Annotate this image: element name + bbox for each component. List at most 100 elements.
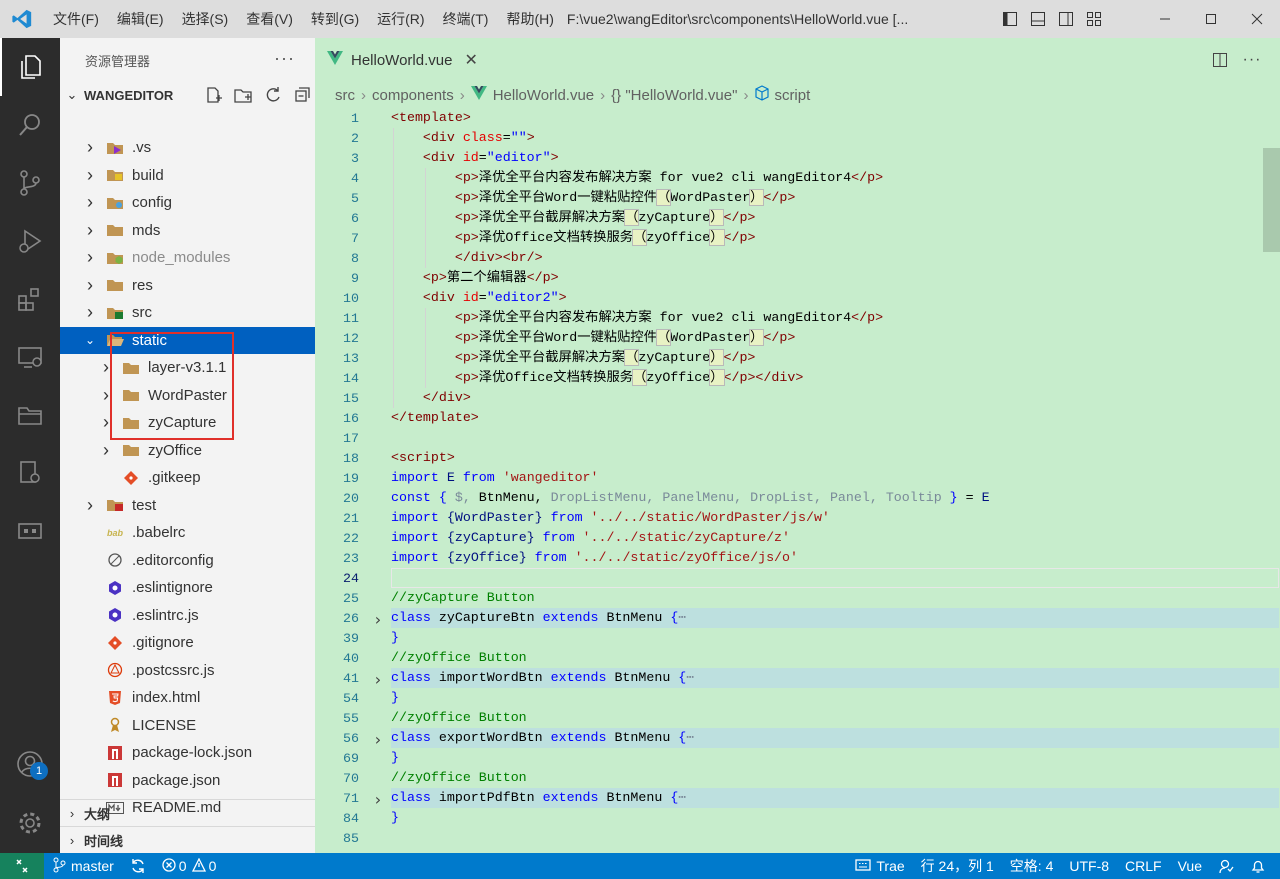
code-line[interactable]: <p>泽优全平台Word一键粘贴控件（WordPaster）</p> (391, 328, 795, 348)
code-line[interactable]: <p>泽优全平台内容发布解决方案 for vue2 cli wangEditor… (391, 308, 883, 328)
toggle-primary-sidebar-icon[interactable] (996, 0, 1024, 38)
code-line[interactable]: </div><br/> (391, 248, 543, 268)
tree-item[interactable]: › node_modules (60, 244, 315, 272)
tree-item[interactable]: › zyCapture (60, 409, 315, 437)
breadcrumb-item[interactable]: HelloWorld.vue (493, 87, 594, 104)
docker-settings-icon[interactable] (0, 444, 60, 502)
tree-item[interactable]: › build (60, 162, 315, 190)
new-folder-icon[interactable] (228, 86, 258, 104)
menu-item[interactable]: 运行(R) (368, 9, 433, 29)
language-mode[interactable]: Vue (1170, 853, 1210, 879)
maximize-icon[interactable] (1188, 0, 1234, 38)
code-line[interactable]: <p>泽优全平台截屏解决方案（zyCapture）</p> (391, 208, 755, 228)
code-line[interactable]: <p>泽优全平台内容发布解决方案 for vue2 cli wangEditor… (391, 168, 883, 188)
code-line[interactable]: import {WordPaster} from '../../static/W… (391, 508, 830, 528)
code-line[interactable]: } (391, 628, 399, 648)
code-line[interactable]: <p>泽优全平台Word一键粘贴控件（WordPaster）</p> (391, 188, 795, 208)
code-line[interactable]: //zyOffice Button (391, 768, 527, 788)
project-manager-icon[interactable] (0, 386, 60, 444)
breadcrumb-item[interactable]: components (372, 87, 454, 104)
live-share-icon[interactable] (0, 502, 60, 560)
tree-item[interactable]: ⌄ static (60, 326, 315, 354)
remote-explorer-icon[interactable] (0, 328, 60, 386)
code-line[interactable]: </div> (391, 388, 471, 408)
code-line[interactable]: <div class=""> (391, 128, 535, 148)
menu-item[interactable]: 终端(T) (434, 9, 498, 29)
code-line[interactable]: import {zyOffice} from '../../static/zyO… (391, 548, 798, 568)
close-window-icon[interactable] (1234, 0, 1280, 38)
menu-item[interactable]: 选择(S) (173, 9, 238, 29)
tree-item[interactable]: › zyOffice (60, 437, 315, 465)
tree-item[interactable]: › .vs (60, 134, 315, 162)
end-of-line[interactable]: CRLF (1117, 853, 1170, 879)
problems-indicator[interactable]: 0 0 (154, 853, 225, 879)
search-icon[interactable] (0, 96, 60, 154)
code-line[interactable]: <p>泽优Office文档转换服务（zyOffice）</p></div> (391, 368, 803, 388)
code-line[interactable]: <div id="editor"> (391, 148, 559, 168)
code-line[interactable]: class zyCaptureBtn extends BtnMenu {⋯ (391, 608, 686, 628)
notifications-bell-icon[interactable] (1242, 853, 1280, 879)
code-line[interactable]: //zyCapture Button (391, 588, 535, 608)
tree-item[interactable]: .editorconfig (60, 547, 315, 575)
encoding[interactable]: UTF-8 (1061, 853, 1117, 879)
extensions-icon[interactable] (0, 270, 60, 328)
code-line[interactable]: </template> (391, 408, 479, 428)
cursor-position[interactable]: 行 24，列 1 (913, 853, 1002, 879)
breadcrumb-item[interactable]: {} "HelloWorld.vue" (611, 87, 737, 104)
code-line[interactable]: import E from 'wangeditor' (391, 468, 599, 488)
tree-item[interactable]: package.json (60, 767, 315, 795)
tree-item[interactable]: bab .babelrc (60, 519, 315, 547)
collapse-all-icon[interactable] (288, 86, 315, 104)
toggle-panel-icon[interactable] (1024, 0, 1052, 38)
source-control-icon[interactable] (0, 154, 60, 212)
tree-item[interactable]: › src (60, 299, 315, 327)
code-line[interactable]: <p>泽优Office文档转换服务（zyOffice）</p> (391, 228, 755, 248)
tree-item[interactable]: .postcssrc.js (60, 657, 315, 685)
explorer-icon[interactable] (0, 38, 60, 96)
breadcrumb-item[interactable]: script (774, 87, 810, 104)
tree-item[interactable]: › mds (60, 217, 315, 245)
sync-icon[interactable] (122, 853, 154, 879)
tree-item[interactable]: › WordPaster (60, 382, 315, 410)
code-line[interactable]: } (391, 688, 399, 708)
tree-item[interactable]: › res (60, 272, 315, 300)
fold-chevron-icon[interactable]: › (371, 610, 385, 629)
refresh-icon[interactable] (258, 86, 288, 104)
code-line[interactable]: } (391, 808, 399, 828)
tree-item[interactable]: › config (60, 189, 315, 217)
menu-item[interactable]: 转到(G) (302, 9, 368, 29)
scrollbar-thumb[interactable] (1263, 148, 1280, 252)
tree-item[interactable]: .gitkeep (60, 464, 315, 492)
code-line[interactable]: <div id="editor2"> (391, 288, 567, 308)
split-editor-icon[interactable] (1204, 52, 1236, 68)
fold-chevron-icon[interactable]: › (371, 730, 385, 749)
run-debug-icon[interactable] (0, 212, 60, 270)
menu-item[interactable]: 编辑(E) (108, 9, 173, 29)
workspace-root-header[interactable]: ⌄ WANGEDITOR (60, 83, 315, 107)
settings-gear-icon[interactable] (0, 794, 60, 852)
indentation[interactable]: 空格: 4 (1002, 853, 1062, 879)
breadcrumb-item[interactable]: src (335, 87, 355, 104)
more-actions-icon[interactable]: ··· (274, 48, 295, 69)
tree-item[interactable]: › layer-v3.1.1 (60, 354, 315, 382)
code-line[interactable]: const { $, BtnMenu, DropListMenu, PanelM… (391, 488, 990, 508)
tree-item[interactable]: .eslintignore (60, 574, 315, 602)
timeline-section-header[interactable]: › 时间线 (60, 826, 315, 853)
tree-item[interactable]: package-lock.json (60, 739, 315, 767)
account-icon[interactable]: 1 (0, 735, 60, 793)
code-line[interactable]: class importPdfBtn extends BtnMenu {⋯ (391, 788, 686, 808)
new-file-icon[interactable] (198, 86, 228, 104)
editor-more-actions-icon[interactable]: ··· (1236, 51, 1268, 69)
trae-indicator[interactable]: Trae (847, 853, 912, 879)
tab-helloworld-vue[interactable]: HelloWorld.vue ✕ (315, 38, 492, 82)
tree-item[interactable]: .eslintrc.js (60, 602, 315, 630)
remote-indicator-icon[interactable] (0, 853, 44, 879)
tree-item[interactable]: .gitignore (60, 629, 315, 657)
code-line[interactable]: class exportWordBtn extends BtnMenu {⋯ (391, 728, 694, 748)
code-editor[interactable]: 1 <template> 2 <div class=""> 3 <div id="ed… (315, 108, 1280, 853)
toggle-secondary-sidebar-icon[interactable] (1052, 0, 1080, 38)
code-line[interactable]: <script> (391, 448, 455, 468)
customize-layout-icon[interactable] (1080, 0, 1108, 38)
feedback-icon[interactable] (1210, 853, 1242, 879)
minimize-icon[interactable] (1142, 0, 1188, 38)
